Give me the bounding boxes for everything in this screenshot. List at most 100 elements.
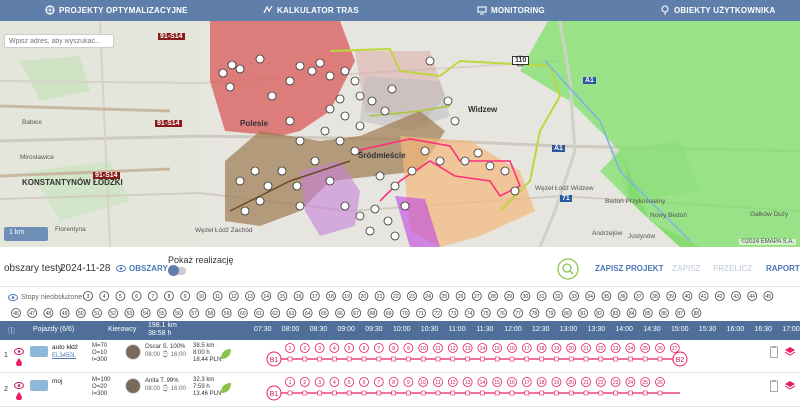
stop-marker[interactable]: 24 <box>625 377 636 396</box>
vehicle-name[interactable]: moj <box>52 378 62 385</box>
map-view[interactable]: 91-S14 91-S14 91-S14 110 A1 A1 71 Polesi… <box>0 21 800 247</box>
stop-marker[interactable]: 19 <box>551 343 562 362</box>
stop-marker[interactable]: 3 <box>314 377 325 396</box>
stop-marker[interactable]: 10 <box>418 377 429 396</box>
stop-marker[interactable]: 8 <box>388 343 399 362</box>
stop-pin[interactable]: 57 <box>189 308 200 318</box>
stop-pin[interactable]: 83 <box>610 308 621 318</box>
color-drop-icon[interactable] <box>16 358 22 366</box>
save-project-button[interactable]: ZAPISZ PROJEKT <box>595 264 663 273</box>
stop-pin[interactable]: 69 <box>383 308 394 318</box>
stop-pin[interactable]: 39 <box>666 291 677 301</box>
stop-pin[interactable]: 34 <box>585 291 596 301</box>
eye-icon[interactable] <box>14 348 24 355</box>
stop-pin[interactable]: 51 <box>92 308 102 318</box>
stop-pin[interactable]: 13 <box>245 291 255 301</box>
stop-pin[interactable]: 61 <box>254 308 264 318</box>
route-timeline[interactable]: B11 2 3 4 5 6 7 8 9 10 11 12 13 14 15 16 17 18 19 20 21 22 23 2… <box>260 340 780 373</box>
eye-icon[interactable] <box>14 382 24 389</box>
stop-marker[interactable]: 24 <box>625 343 636 362</box>
stop-marker[interactable]: 19 <box>551 377 562 396</box>
stop-pin[interactable]: 14 <box>261 291 272 301</box>
stop-pin[interactable]: 62 <box>270 308 281 318</box>
stop-pin[interactable]: 29 <box>504 291 515 301</box>
stop-pin[interactable]: 80 <box>561 308 572 318</box>
stop-pin[interactable]: 54 <box>140 308 151 318</box>
stop-marker[interactable]: 8 <box>388 377 399 396</box>
stop-pin[interactable]: 41 <box>698 291 709 301</box>
stop-pin[interactable]: 75 <box>480 308 491 318</box>
stop-pin[interactable]: 76 <box>497 308 507 318</box>
stop-pin[interactable]: 60 <box>237 308 248 318</box>
stop-marker[interactable]: 25 <box>640 377 651 396</box>
stop-pin[interactable]: 33 <box>569 291 579 301</box>
stop-marker[interactable]: 9 <box>403 343 414 362</box>
stop-marker[interactable]: 11 <box>433 377 443 396</box>
stop-marker[interactable]: 26 <box>655 377 665 396</box>
search-route-icon[interactable] <box>557 258 579 280</box>
stop-pin[interactable]: 72 <box>432 308 443 318</box>
stop-marker[interactable]: 7 <box>373 377 384 396</box>
clipboard-icon[interactable] <box>770 346 778 358</box>
stop-pin[interactable]: 59 <box>221 308 232 318</box>
stop-pin[interactable]: 4 <box>99 291 110 301</box>
map-search-input[interactable] <box>4 34 114 48</box>
stop-marker[interactable]: 1 <box>285 343 295 362</box>
stop-marker[interactable]: 6 <box>359 343 369 362</box>
stop-marker[interactable]: 11 <box>433 343 443 362</box>
stop-marker[interactable]: 22 <box>595 343 606 362</box>
stop-pin[interactable]: 64 <box>302 308 313 318</box>
stop-pin[interactable]: 27 <box>471 291 482 301</box>
stop-marker[interactable]: 16 <box>507 377 517 396</box>
layers-icon[interactable] <box>784 346 796 358</box>
stop-pin[interactable]: 74 <box>464 308 475 318</box>
drivers-header[interactable]: Kierowcy <box>108 326 136 333</box>
stop-pin[interactable]: 50 <box>75 308 86 318</box>
nav-route-calculator[interactable]: KALKULATOR TRAS <box>263 5 359 15</box>
stop-pin[interactable]: 71 <box>416 308 426 318</box>
stop-pin[interactable]: 63 <box>286 308 297 318</box>
stop-marker[interactable]: 15 <box>492 377 503 396</box>
depot-marker[interactable]: B2 <box>672 351 688 367</box>
stop-pin[interactable]: 53 <box>124 308 135 318</box>
stop-pin[interactable]: 17 <box>309 291 320 301</box>
stop-marker[interactable]: 2 <box>299 377 310 396</box>
stop-pin[interactable]: 77 <box>513 308 524 318</box>
stop-pin[interactable]: 68 <box>367 308 378 318</box>
stop-pin[interactable]: 10 <box>196 291 207 301</box>
stop-pin[interactable]: 78 <box>529 308 540 318</box>
stop-marker[interactable]: 1 <box>285 377 295 396</box>
stop-pin[interactable]: 11 <box>212 291 223 301</box>
depot-marker[interactable]: B1 <box>266 351 282 367</box>
stop-pin[interactable]: 9 <box>180 291 191 301</box>
stop-pin[interactable]: 26 <box>455 291 466 301</box>
stop-pin[interactable]: 21 <box>374 291 385 301</box>
stop-marker[interactable]: 7 <box>373 343 384 362</box>
stop-pin[interactable]: 22 <box>390 291 401 301</box>
stop-marker[interactable]: 22 <box>595 377 606 396</box>
stop-pin[interactable]: 15 <box>277 291 288 301</box>
stop-pin[interactable]: 82 <box>594 308 605 318</box>
stop-pin[interactable]: 48 <box>43 308 54 318</box>
stop-marker[interactable]: 23 <box>610 343 621 362</box>
stop-pin[interactable]: 3 <box>83 291 93 301</box>
stop-pin[interactable]: 67 <box>351 308 362 318</box>
stop-marker[interactable]: 23 <box>610 377 621 396</box>
stop-marker[interactable]: 10 <box>418 343 429 362</box>
stop-pin[interactable]: 79 <box>545 308 556 318</box>
stop-pin[interactable]: 44 <box>747 291 758 301</box>
stop-pin[interactable]: 25 <box>439 291 450 301</box>
stop-pin[interactable]: 36 <box>617 291 628 301</box>
stop-pin[interactable]: 47 <box>27 308 38 318</box>
route-timeline[interactable]: B11 2 3 4 5 6 7 8 9 10 11 12 13 14 15 16 17 18 19 20 21 22 23 2… <box>260 374 780 407</box>
stop-pin[interactable]: 84 <box>626 308 637 318</box>
stop-pin[interactable]: 45 <box>763 291 774 301</box>
vehicle-row[interactable]: 1 auto kłdź EL3450L M=70 O=10 I=300 Osca… <box>0 340 800 373</box>
clipboard-icon[interactable] <box>770 380 778 392</box>
stop-marker[interactable]: 17 <box>521 343 532 362</box>
stop-pin[interactable]: 6 <box>131 291 142 301</box>
stop-marker[interactable]: 15 <box>492 343 503 362</box>
stop-marker[interactable]: 20 <box>566 377 577 396</box>
stop-pin[interactable]: 70 <box>399 308 410 318</box>
stop-pin[interactable]: 88 <box>691 308 702 318</box>
